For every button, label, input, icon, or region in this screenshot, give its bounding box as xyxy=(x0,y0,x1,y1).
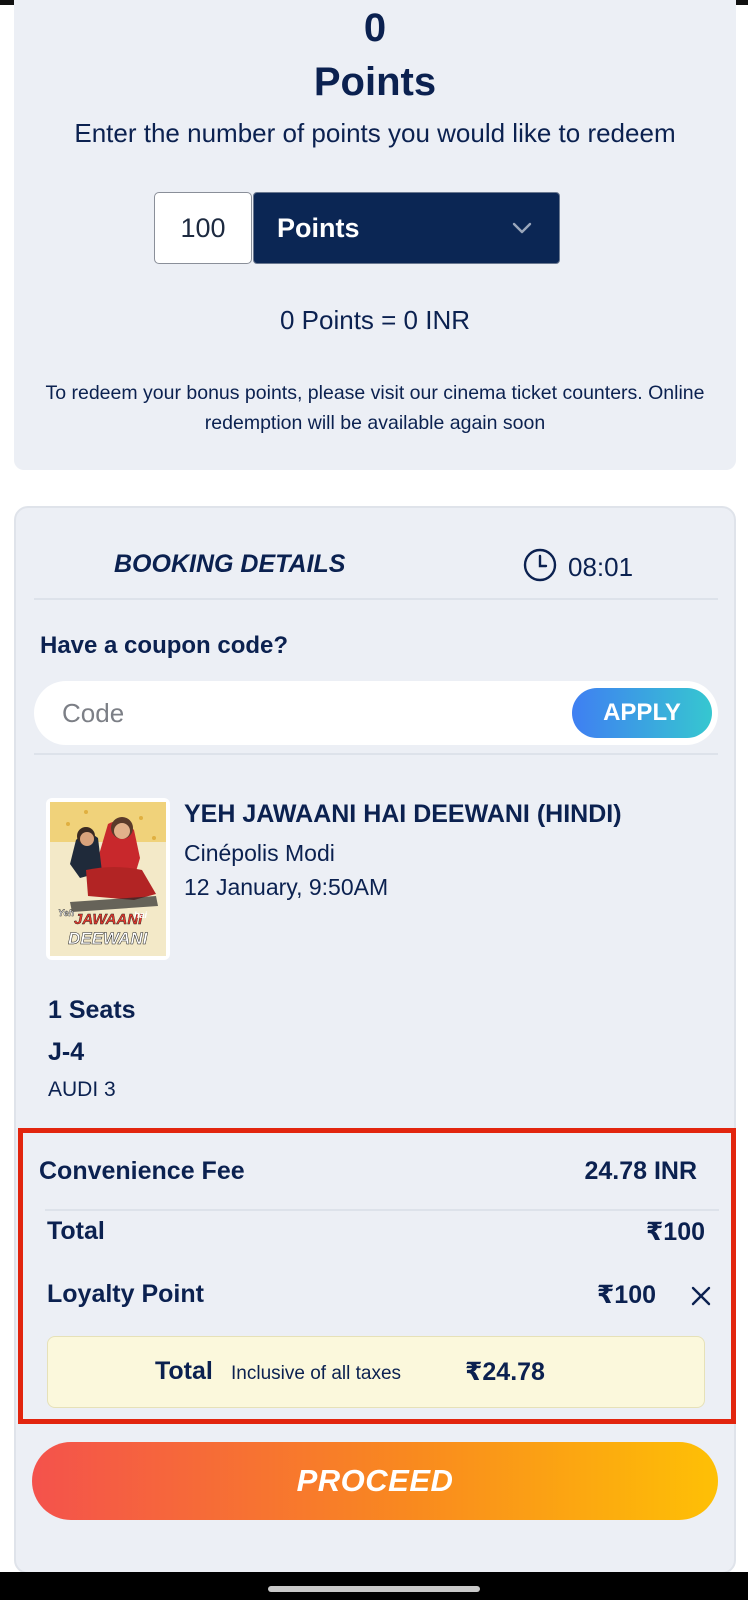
points-redeem-panel: 0 Points Enter the number of points you … xyxy=(14,0,736,470)
clock-icon xyxy=(523,548,557,582)
svg-text:JAWAANI: JAWAANI xyxy=(74,911,143,928)
convenience-fee-label: Convenience Fee xyxy=(39,1157,245,1185)
coupon-field: APPLY xyxy=(34,681,718,745)
convenience-fee-value: 24.78 INR xyxy=(584,1157,697,1185)
home-gesture-handle[interactable] xyxy=(268,1586,480,1592)
total-label: Total xyxy=(47,1217,105,1245)
tax-note: Inclusive of all taxes xyxy=(231,1363,402,1384)
svg-text:hai: hai xyxy=(134,910,148,920)
chevron-down-icon xyxy=(512,222,532,234)
seats-count: 1 Seats xyxy=(48,996,136,1024)
movie-cinema: Cinépolis Modi xyxy=(184,840,335,866)
movie-poster-art: Yeh JAWAANI hai DEEWANI xyxy=(50,802,166,956)
coupon-label: Have a coupon code? xyxy=(40,632,289,659)
price-summary: Convenience Fee 24.78 INR Total ₹100 Loy… xyxy=(18,1128,736,1424)
points-conversion: 0 Points = 0 INR xyxy=(279,305,471,335)
total-value: ₹100 xyxy=(645,1218,705,1246)
apply-coupon-button[interactable]: APPLY xyxy=(572,688,712,738)
movie-showtime: 12 January, 9:50AM xyxy=(184,874,389,900)
points-balance: 0 xyxy=(363,6,387,50)
points-amount-input[interactable] xyxy=(154,192,252,264)
loyalty-point-value: ₹100 xyxy=(596,1281,656,1309)
grand-total-box: Total Inclusive of all taxes ₹24.78 xyxy=(47,1336,705,1408)
divider xyxy=(34,598,718,600)
points-instruction: Enter the number of points you would lik… xyxy=(74,118,676,148)
points-type-select[interactable]: Points xyxy=(253,192,560,264)
proceed-button[interactable]: PROCEED xyxy=(32,1442,718,1520)
points-redeem-note: To redeem your bonus points, please visi… xyxy=(45,382,705,434)
seat-number: J-4 xyxy=(48,1038,85,1066)
grand-total-value: ₹24.78 xyxy=(465,1358,545,1386)
coupon-code-input[interactable] xyxy=(62,681,542,745)
points-unit-label: Points xyxy=(313,60,437,104)
auditorium: AUDI 3 xyxy=(48,1078,116,1101)
svg-text:Yeh: Yeh xyxy=(58,908,75,918)
grand-total-label: Total xyxy=(155,1357,213,1385)
booking-details-title: BOOKING DETAILS xyxy=(114,550,346,578)
divider xyxy=(34,753,718,755)
movie-title: YEH JAWAANI HAI DEEWANI (HINDI) xyxy=(184,800,622,828)
divider xyxy=(45,1209,719,1211)
movie-poster: Yeh JAWAANI hai DEEWANI xyxy=(46,798,170,960)
booking-timer: 08:01 xyxy=(568,552,634,582)
loyalty-point-label: Loyalty Point xyxy=(47,1280,204,1308)
svg-text:DEEWANI: DEEWANI xyxy=(68,929,149,948)
close-icon[interactable] xyxy=(689,1284,713,1308)
points-type-select-label: Points xyxy=(277,212,360,243)
